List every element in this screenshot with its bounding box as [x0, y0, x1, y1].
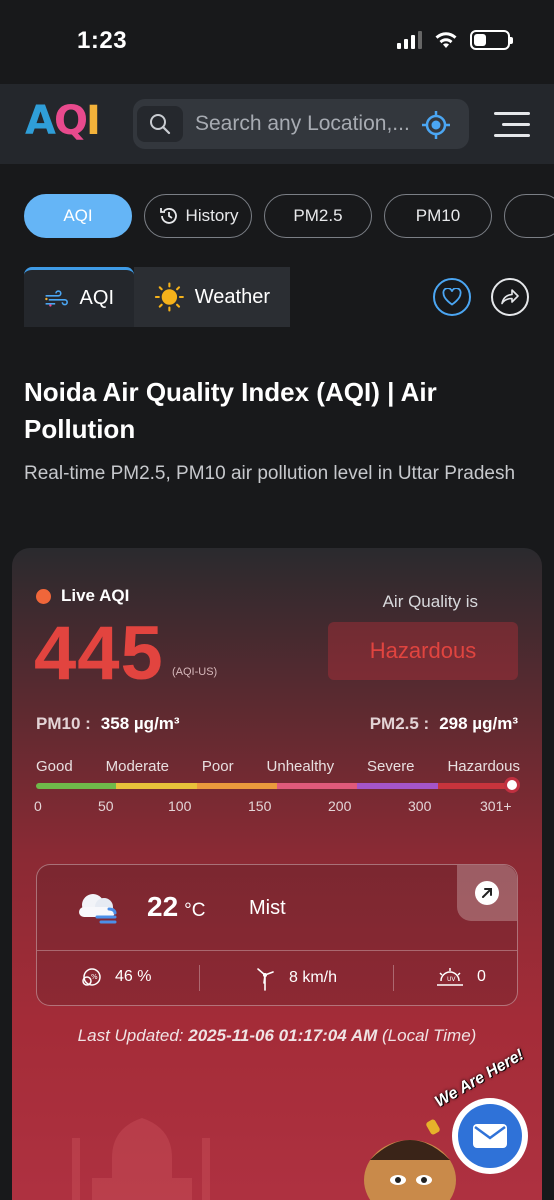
page-subtitle: Real-time PM2.5, PM10 air pollution leve… [24, 463, 516, 484]
page-title: Noida Air Quality Index (AQI) | Air Poll… [24, 377, 437, 444]
pill-more[interactable] [504, 194, 554, 238]
temperature: 22 °C [147, 891, 206, 922]
hamburger-menu-icon[interactable] [494, 112, 530, 145]
pill-pm25[interactable]: PM2.5 [264, 194, 372, 238]
scale-label: Moderate [105, 758, 169, 775]
aqi-unit: (AQI-US) [172, 666, 218, 678]
scale-label: Poor [201, 758, 234, 775]
contact-chat-button[interactable] [452, 1098, 528, 1174]
aqi-scale-bar [36, 783, 518, 789]
pill-aqi[interactable]: AQI [24, 194, 132, 238]
scale-label: Hazardous [447, 758, 520, 775]
open-weather-button[interactable] [457, 865, 517, 921]
air-quality-badge: Hazardous [328, 622, 518, 680]
live-aqi-label: Live AQI [36, 586, 129, 606]
scale-segment [116, 783, 197, 789]
last-updated: Last Updated: 2025-11-06 01:17:04 AM (Lo… [77, 1026, 477, 1045]
scale-number: 50 [98, 798, 114, 814]
svg-text:UV: UV [447, 976, 456, 983]
tab-weather[interactable]: Weather [134, 267, 290, 327]
search-bar[interactable]: Search any Location,... [133, 99, 469, 149]
scale-label: Good [36, 758, 73, 775]
pm25-reading: PM2.5 :298 µg/m³ [369, 714, 518, 733]
status-time: 1:23 [77, 27, 128, 54]
humidity-icon: % [82, 968, 101, 986]
scale-segment [36, 783, 117, 789]
battery-icon [470, 30, 513, 50]
live-dot-icon [36, 588, 51, 604]
sun-icon [154, 282, 184, 312]
aqi-value: 445 [34, 611, 164, 696]
wind-pollution-icon [45, 289, 68, 307]
aqi-logo[interactable]: AQI [25, 98, 101, 144]
pill-history[interactable]: History [144, 194, 252, 238]
view-tabs: AQI Weather [24, 267, 290, 327]
cloud-mist-icon [79, 894, 117, 924]
aqi-scale-marker [504, 777, 520, 793]
tab-aqi[interactable]: AQI [24, 267, 134, 327]
scale-number: 300 [408, 798, 432, 814]
scale-label: Severe [367, 758, 415, 775]
pill-pm10[interactable]: PM10 [384, 194, 492, 238]
locate-me-icon[interactable] [421, 110, 451, 140]
scale-number: 0 [34, 798, 42, 814]
scale-label: Unhealthy [266, 758, 335, 775]
weather-condition: Mist [249, 897, 286, 919]
search-input[interactable]: Search any Location,... [195, 112, 425, 136]
search-icon[interactable] [137, 106, 183, 142]
app-header: AQI Search any Location,... [0, 84, 554, 164]
scale-number: 200 [328, 798, 352, 814]
wind-stat: 8 km/h [253, 965, 337, 991]
scale-number: 100 [168, 798, 192, 814]
heart-icon [442, 288, 462, 306]
scale-segment [276, 783, 358, 789]
uv-index-icon: UV [437, 968, 463, 986]
scale-segment [357, 783, 438, 789]
pm10-reading: PM10 :358 µg/m³ [36, 714, 180, 733]
humidity-stat: % 46 % [79, 965, 151, 989]
scale-segment [196, 783, 277, 789]
status-bar: 1:23 [0, 0, 554, 84]
favorite-button[interactable] [433, 278, 471, 316]
weather-summary[interactable]: 22 °C Mist % 46 % 8 km/h UV 0 [36, 864, 518, 1006]
wind-turbine-icon [257, 968, 274, 991]
section-pills: AQI History PM2.5 PM10 [24, 194, 554, 238]
monument-silhouette-icon [72, 1118, 210, 1200]
status-icons [397, 30, 513, 50]
arrow-up-right-icon [475, 881, 499, 905]
wifi-icon [435, 32, 457, 48]
air-quality-label: Air Quality is [382, 592, 478, 611]
aqi-scale-labels: Good Moderate Poor Unhealthy Severe Haza… [36, 758, 520, 775]
share-icon [501, 289, 519, 305]
mail-icon [473, 1124, 507, 1148]
cellular-signal-icon [397, 31, 422, 49]
scale-number: 301+ [480, 798, 512, 814]
history-icon [159, 208, 177, 224]
scale-number: 150 [248, 798, 272, 814]
share-button[interactable] [491, 278, 529, 316]
uv-stat: UV 0 [435, 965, 486, 989]
svg-text:%: % [91, 973, 98, 981]
